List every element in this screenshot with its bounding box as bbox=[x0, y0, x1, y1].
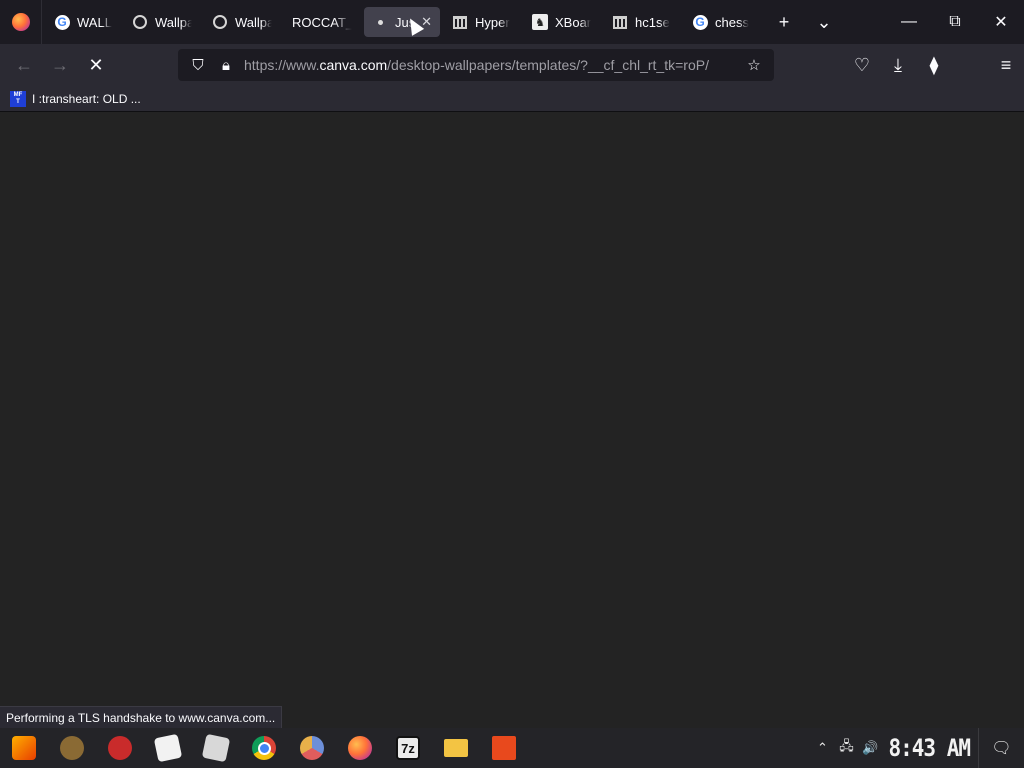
tab-strip: G WALLP Wallpa Wallpa ROCCAT_ Jus ✕ Hype… bbox=[42, 0, 764, 44]
taskbar-app-dice[interactable] bbox=[144, 728, 192, 768]
status-panel: Performing a TLS handshake to www.canva.… bbox=[0, 706, 283, 728]
action-center-icon[interactable]: 🗨 bbox=[978, 728, 1024, 768]
bookmarks-toolbar: MF T I :transheart: OLD ... bbox=[0, 86, 1024, 112]
taskbar-app-red-ball[interactable] bbox=[96, 728, 144, 768]
close-window-button[interactable]: ✕ bbox=[978, 0, 1024, 44]
system-tray: ⌃ 🖧 🔊 8:43 AM 🗨 bbox=[810, 728, 1024, 768]
shield-icon[interactable]: ⛉ bbox=[184, 51, 212, 79]
url-prefix: https://www. bbox=[244, 57, 320, 73]
lock-icon[interactable]: 🔒︎ bbox=[212, 51, 240, 79]
minimize-button[interactable]: — bbox=[886, 0, 932, 44]
url-domain: canva.com bbox=[319, 57, 388, 73]
back-button[interactable]: ← bbox=[6, 49, 42, 81]
tab-label: Wallpa bbox=[235, 14, 272, 30]
dice-app-icon bbox=[153, 733, 183, 763]
institution-icon bbox=[612, 14, 628, 30]
tab-list-chevron-down-icon[interactable]: ⌄ bbox=[804, 0, 844, 44]
tab-wallp[interactable]: G WALLP bbox=[46, 7, 120, 37]
red-ball-app-icon bbox=[108, 736, 132, 760]
tab-chess[interactable]: G chess bbox=[684, 7, 760, 37]
loading-dot-icon bbox=[372, 14, 388, 30]
bookmark-item[interactable]: MF T I :transheart: OLD ... bbox=[10, 90, 141, 107]
bookmark-favicon-text-top: MF bbox=[13, 91, 23, 98]
app-menu-icon[interactable]: ≡ bbox=[988, 49, 1024, 81]
tab-bar: G WALLP Wallpa Wallpa ROCCAT_ Jus ✕ Hype… bbox=[0, 0, 1024, 44]
taskbar-app-chrome[interactable] bbox=[240, 728, 288, 768]
taskbar-app-chromium[interactable] bbox=[288, 728, 336, 768]
toolbar-actions: ♡ ⤓ ⧫ ≡ bbox=[844, 44, 1024, 86]
network-icon[interactable]: 🖧 bbox=[834, 728, 858, 768]
taskbar-app-file-explorer[interactable] bbox=[432, 728, 480, 768]
xboard-icon: ♞ bbox=[532, 14, 548, 30]
url-text[interactable]: https://www.canva.com/desktop-wallpapers… bbox=[240, 57, 740, 73]
google-icon: G bbox=[692, 14, 708, 30]
taskbar-app-dice2[interactable] bbox=[192, 728, 240, 768]
monkey-app-icon bbox=[60, 736, 84, 760]
tab-roccat[interactable]: ROCCAT_ bbox=[284, 7, 360, 37]
bookmark-favicon-text-bottom: T bbox=[16, 98, 20, 105]
restore-button[interactable]: ⧉ bbox=[932, 0, 978, 44]
window-controls: — ⧉ ✕ bbox=[886, 0, 1024, 44]
file-explorer-icon bbox=[444, 739, 468, 757]
tab-label: ROCCAT_ bbox=[292, 14, 352, 30]
star-bookmark-icon[interactable]: ☆ bbox=[740, 51, 768, 79]
google-icon: G bbox=[54, 14, 70, 30]
tab-xboard[interactable]: ♞ XBoar bbox=[524, 7, 600, 37]
globe-icon bbox=[212, 14, 228, 30]
7zip-icon: 7z bbox=[396, 736, 420, 760]
office-icon bbox=[492, 736, 516, 760]
firefox-icon bbox=[348, 736, 372, 760]
tab-wallpa-1[interactable]: Wallpa bbox=[124, 7, 200, 37]
institution-icon bbox=[452, 14, 468, 30]
firefox-icon bbox=[11, 13, 30, 31]
navigation-toolbar: ← → ✕ ⛉ 🔒︎ https://www.canva.com/desktop… bbox=[0, 44, 1024, 86]
tray-chevron-up-icon[interactable]: ⌃ bbox=[810, 728, 834, 768]
address-bar[interactable]: ⛉ 🔒︎ https://www.canva.com/desktop-wallp… bbox=[178, 49, 774, 81]
volume-icon[interactable]: 🔊 bbox=[858, 728, 882, 768]
globe-icon bbox=[132, 14, 148, 30]
new-tab-button[interactable]: + bbox=[764, 0, 804, 44]
dice2-app-icon bbox=[201, 733, 231, 763]
tab-label: chess bbox=[715, 14, 749, 30]
chromium-icon bbox=[300, 736, 324, 760]
forward-button[interactable]: → bbox=[42, 49, 78, 81]
url-path: /desktop-wallpapers/templates/?__cf_chl_… bbox=[387, 57, 709, 73]
extensions-icon[interactable]: ⧫ bbox=[916, 49, 952, 81]
page-content: Performing a TLS handshake to www.canva.… bbox=[0, 112, 1024, 728]
bookmark-label: I :transheart: OLD ... bbox=[32, 91, 141, 106]
bookmark-favicon-icon: MF T bbox=[10, 90, 26, 107]
start-icon bbox=[12, 736, 36, 760]
start-button[interactable] bbox=[0, 728, 48, 768]
firefox-view-button[interactable] bbox=[0, 0, 42, 44]
chrome-icon bbox=[252, 736, 276, 760]
tab-label: XBoar bbox=[555, 14, 592, 30]
tab-label: Hyper bbox=[475, 14, 510, 30]
tab-jus-active[interactable]: Jus ✕ bbox=[364, 7, 440, 37]
downloads-icon[interactable]: ⤓ bbox=[880, 49, 916, 81]
stop-loading-button[interactable]: ✕ bbox=[78, 49, 114, 81]
pocket-icon[interactable]: ♡ bbox=[844, 49, 880, 81]
tab-hyper[interactable]: Hyper bbox=[444, 7, 520, 37]
tab-label: WALLP bbox=[77, 14, 112, 30]
taskbar-app-firefox[interactable] bbox=[336, 728, 384, 768]
taskbar: 7z ⌃ 🖧 🔊 8:43 AM 🗨 bbox=[0, 728, 1024, 768]
taskbar-app-monkey[interactable] bbox=[48, 728, 96, 768]
taskbar-app-7zip[interactable]: 7z bbox=[384, 728, 432, 768]
tab-wallpa-2[interactable]: Wallpa bbox=[204, 7, 280, 37]
tab-hc1se[interactable]: hc1se bbox=[604, 7, 680, 37]
taskbar-clock[interactable]: 8:43 AM bbox=[882, 734, 978, 762]
tab-label: Wallpa bbox=[155, 14, 192, 30]
tab-label: hc1se bbox=[635, 14, 670, 30]
taskbar-app-office[interactable] bbox=[480, 728, 528, 768]
